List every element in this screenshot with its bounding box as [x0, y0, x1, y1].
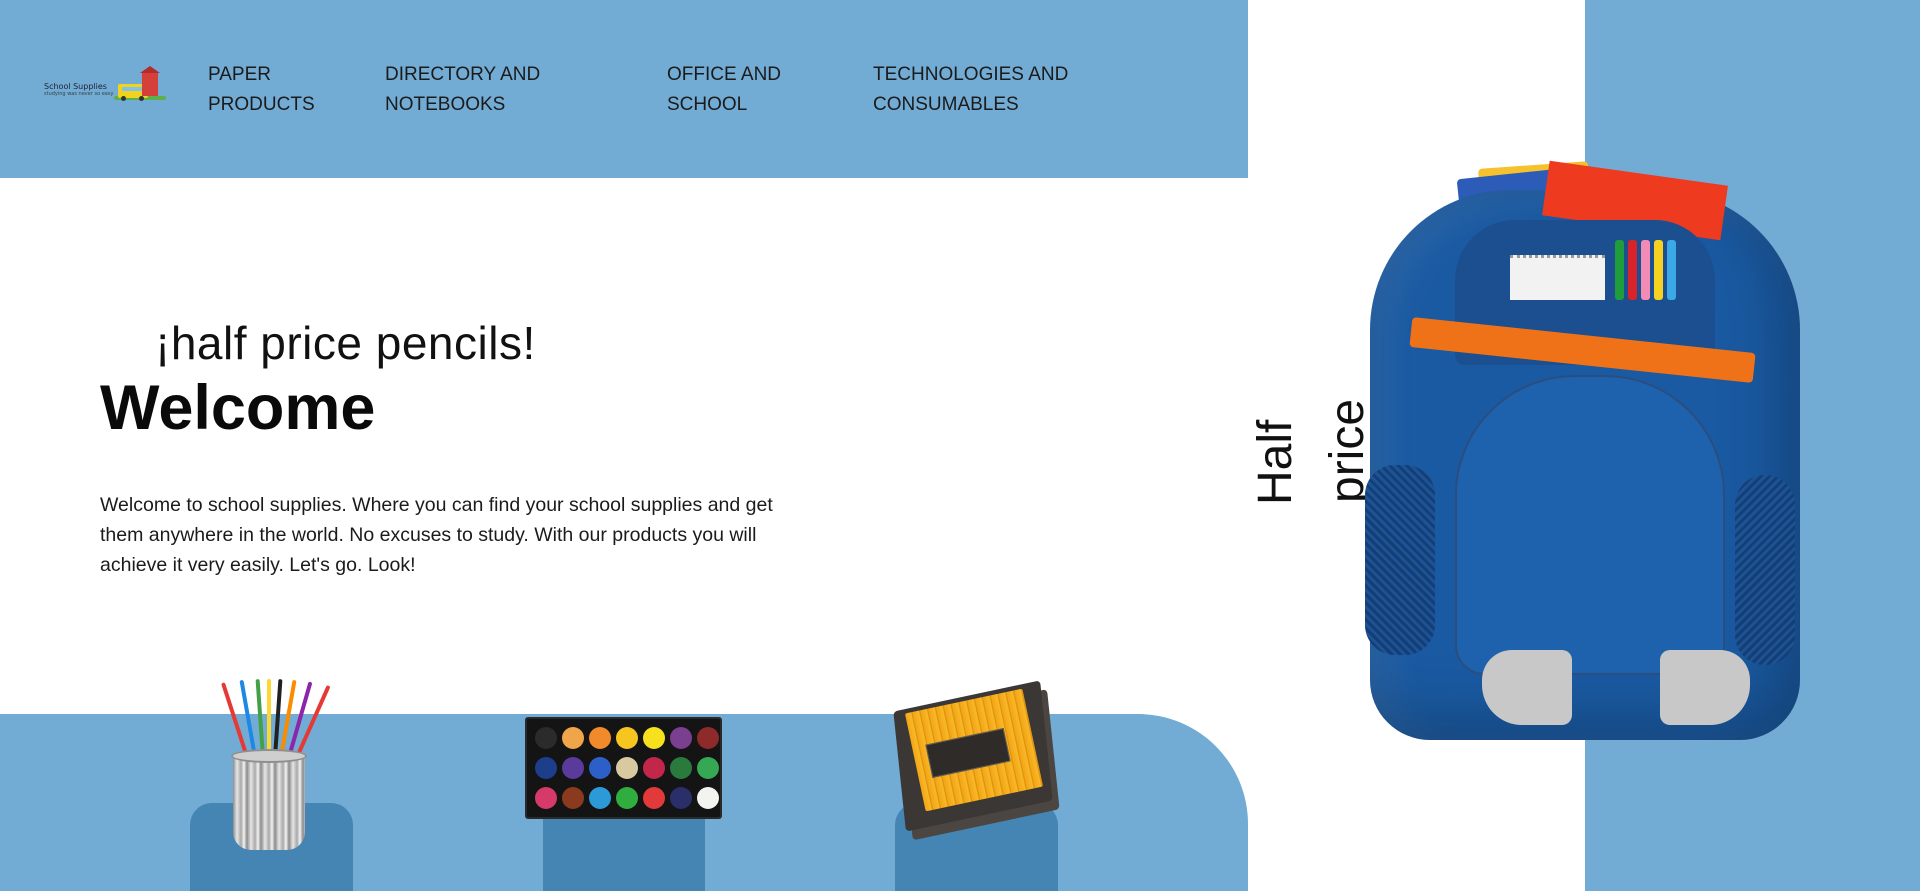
promo-half-text: Half — [1249, 419, 1302, 505]
backpack-marker-green — [1615, 240, 1624, 300]
backpack-image — [1360, 145, 1810, 750]
logo-title: School Supplies — [44, 82, 107, 91]
paint-orange — [562, 727, 584, 749]
metal-cup — [233, 755, 305, 850]
header-bar: School Supplies studying was never so ea… — [0, 0, 1248, 178]
backpack-marker-red — [1628, 240, 1637, 300]
hero-title: Welcome — [100, 373, 376, 443]
backpack-mesh-pocket-right — [1735, 475, 1795, 665]
logo-subtitle: studying was never so easy — [44, 91, 114, 97]
paint-black — [535, 727, 557, 749]
backpack-marker-yellow — [1654, 240, 1663, 300]
paint-crimson — [643, 757, 665, 779]
watercolor-palette-image[interactable] — [525, 717, 722, 819]
paint-lime — [616, 787, 638, 809]
paint-white — [697, 787, 719, 809]
backpack-marker-blue — [1667, 240, 1676, 300]
nav-paper-products[interactable]: PAPER PRODUCTS — [208, 60, 328, 120]
paint-orange-2 — [589, 727, 611, 749]
nav-technologies-consumables[interactable]: TECHNOLOGIES AND CONSUMABLES — [873, 60, 1113, 120]
backpack-corner-left — [1482, 650, 1572, 725]
paint-pink — [535, 787, 557, 809]
logo-text: School Supplies studying was never so ea… — [44, 82, 113, 98]
hero-tagline: ¡half price pencils! — [155, 317, 536, 369]
metal-cup-rim — [231, 749, 307, 763]
logo[interactable]: School Supplies studying was never so ea… — [40, 66, 166, 106]
paint-blue — [589, 757, 611, 779]
nav-directory-notebooks[interactable]: DIRECTORY AND NOTEBOOKS — [385, 60, 585, 120]
pencil-green — [255, 679, 265, 758]
paint-indigo — [670, 787, 692, 809]
paint-brown — [697, 727, 719, 749]
pencil-cup-image[interactable] — [215, 675, 331, 855]
paint-yellow — [616, 727, 638, 749]
backpack-spiral-notebook — [1510, 255, 1605, 300]
backpack-front-pocket — [1455, 375, 1725, 675]
backpack-corner-right — [1660, 650, 1750, 725]
paint-navy — [535, 757, 557, 779]
pencil-yellow — [267, 679, 271, 757]
paint-violet — [562, 757, 584, 779]
paint-dark-green — [670, 757, 692, 779]
school-house-icon — [140, 66, 160, 96]
backpack-mesh-pocket-left — [1365, 465, 1435, 655]
product-pedestal-2 — [543, 815, 705, 891]
paint-red — [643, 787, 665, 809]
hero-intro: Welcome to school supplies. Where you ca… — [100, 494, 773, 576]
pencil-box-image[interactable] — [888, 676, 1068, 851]
paint-sienna — [562, 787, 584, 809]
backpack-marker-pink — [1641, 240, 1650, 300]
paint-purple — [670, 727, 692, 749]
nav-office-school[interactable]: OFFICE AND SCHOOL — [667, 60, 807, 120]
paint-cream — [616, 757, 638, 779]
paint-yellow-2 — [643, 727, 665, 749]
paint-sky — [589, 787, 611, 809]
paint-green — [697, 757, 719, 779]
